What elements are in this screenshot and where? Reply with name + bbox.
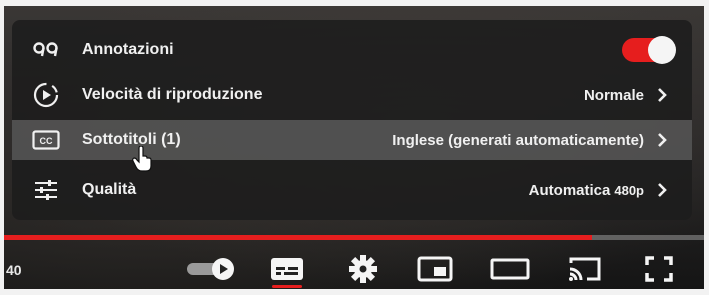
menu-item-value: Normale (584, 87, 644, 104)
toggle-knob (648, 36, 676, 64)
menu-item-subtitles[interactable]: CC Sottotitoli (1) Inglese (generati aut… (12, 120, 692, 172)
quality-icon (30, 178, 62, 202)
miniplayer-icon (417, 256, 453, 282)
annotations-icon (30, 38, 62, 62)
theater-mode-button[interactable] (489, 254, 531, 284)
chevron-right-icon (658, 183, 667, 197)
menu-item-annotations[interactable]: Annotazioni (12, 30, 692, 70)
chevron-right-icon (658, 133, 667, 147)
annotations-toggle[interactable] (622, 36, 676, 64)
cast-button[interactable] (564, 254, 606, 284)
fullscreen-button[interactable] (638, 254, 680, 284)
progress-bar[interactable] (4, 235, 704, 240)
hand-cursor-icon (132, 146, 152, 172)
subtitles-icon: CC (30, 128, 62, 152)
menu-item-quality[interactable]: Qualità Automatica 480p (12, 170, 692, 210)
subtitles-active-indicator (272, 285, 302, 288)
miniplayer-button[interactable] (414, 254, 456, 284)
theater-mode-icon (490, 258, 530, 280)
quality-resolution: 480p (614, 182, 644, 198)
subtitles-value: Inglese (generati automaticamente) (392, 131, 644, 149)
autoplay-toggle[interactable] (184, 254, 238, 284)
cast-icon (569, 257, 601, 281)
subtitles-button[interactable] (266, 254, 308, 288)
current-time: 40 (6, 262, 22, 278)
settings-button[interactable] (342, 254, 384, 284)
fullscreen-icon (645, 256, 673, 282)
playback-speed-value: Normale (583, 86, 644, 104)
menu-item-playback-speed[interactable]: Velocità di riproduzione Normale (12, 75, 692, 115)
player-controls: 40 (4, 246, 704, 289)
menu-item-value: Automatica 480p (529, 182, 644, 199)
menu-item-label: Qualità (82, 181, 137, 198)
quality-value: Automatica (528, 181, 611, 199)
autoplay-toggle-icon (187, 258, 234, 280)
progress-played (4, 235, 592, 240)
playback-speed-icon (30, 82, 62, 108)
settings-gear-icon (349, 255, 377, 283)
menu-item-value: Inglese (generati automaticamente) (392, 132, 644, 149)
menu-item-label: Velocità di riproduzione (82, 86, 263, 103)
video-player[interactable]: Annotazioni Velocità di riproduzione Nor… (4, 6, 704, 289)
svg-text:CC: CC (40, 136, 53, 146)
menu-item-label: Annotazioni (82, 41, 174, 58)
chevron-right-icon (658, 88, 667, 102)
settings-menu: Annotazioni Velocità di riproduzione Nor… (12, 20, 692, 220)
subtitles-button-icon (271, 258, 303, 280)
